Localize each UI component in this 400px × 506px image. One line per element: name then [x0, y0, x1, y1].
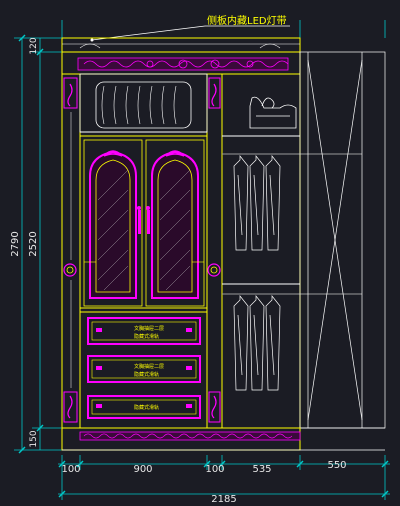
- glass-doors: [79, 135, 208, 309]
- end-section: [299, 51, 386, 429]
- led-annotation: [90, 25, 290, 42]
- dim-top-height: 120: [29, 37, 39, 54]
- dim-width-side-left: 100: [61, 464, 80, 475]
- dim-width-doors: 900: [133, 464, 152, 475]
- led-strip-note: 侧板内藏LED灯带: [207, 14, 287, 27]
- drawer-1-label-line2: 隐藏式滑轨: [134, 333, 159, 340]
- dim-width-side-mid: 100: [205, 464, 224, 475]
- drawer-3-label: 隐藏式滑轨: [134, 404, 159, 411]
- cad-drawing-canvas: 120 2790 2520 150 100 900 100 535 550 21…: [0, 0, 400, 506]
- middle-pilaster: [206, 73, 223, 429]
- cornice: [61, 37, 301, 75]
- handbag-icon: [249, 96, 297, 129]
- plinth: [61, 427, 385, 451]
- hanging-clothes-lower: [233, 295, 281, 391]
- dim-width-end: 550: [327, 460, 346, 471]
- hanging-clothes-upper: [233, 155, 281, 251]
- open-hanging-section: [221, 73, 362, 429]
- drawer-2-label-line2: 隐藏式滑轨: [134, 371, 159, 378]
- dim-width-total: 2185: [211, 494, 236, 505]
- dim-base-height: 150: [29, 430, 39, 447]
- dim-body-height: 2520: [28, 231, 39, 256]
- dim-width-open: 535: [252, 464, 271, 475]
- dim-total-height: 2790: [10, 231, 21, 256]
- drawer-1-label-line1: 文胸抽屉二层: [134, 325, 164, 332]
- upper-compartment: [79, 73, 208, 133]
- wardrobe-elevation: 120 2790 2520 150 100 900 100 535 550 21…: [10, 14, 390, 505]
- drawer-2-label-line1: 文胸抽屉二层: [134, 363, 164, 370]
- left-pilaster: [61, 73, 81, 429]
